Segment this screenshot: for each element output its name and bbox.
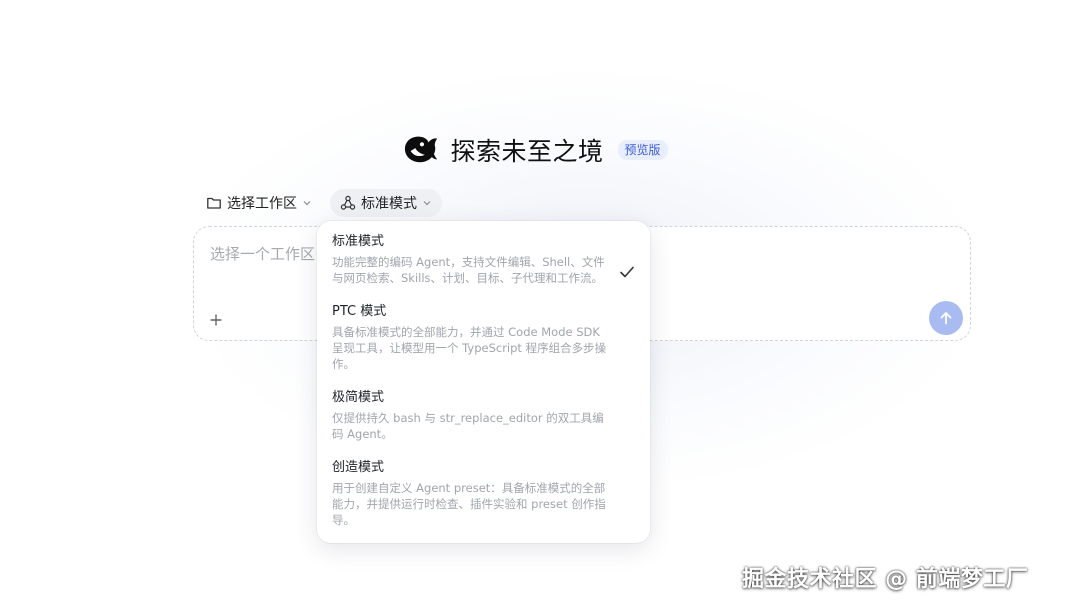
hero-header: 探索未至之境 预览版 — [0, 128, 1070, 172]
watermark-text: 掘金技术社区 @ 前端梦工厂 — [742, 567, 1029, 592]
preview-badge: 预览版 — [617, 140, 668, 160]
checkmark-icon — [620, 266, 634, 278]
mode-selector-label: 标准模式 — [361, 196, 417, 212]
mode-option-description: 功能完整的编码 Agent，支持文件编辑、Shell、文件与网页检索、Skill… — [332, 255, 605, 285]
arrow-up-icon — [940, 312, 952, 325]
add-attachment-button[interactable] — [205, 309, 227, 331]
mode-option-description: 用于创建自定义 Agent preset：具备标准模式的全部能力，并提供运行时检… — [332, 481, 606, 527]
mode-selector-button[interactable]: 标准模式 — [330, 189, 442, 217]
mode-option-creator[interactable]: 创造模式 用于创建自定义 Agent preset：具备标准模式的全部能力，并提… — [332, 459, 635, 528]
mode-option-title: 创造模式 — [332, 460, 385, 475]
chevron-down-icon — [303, 201, 311, 206]
workspace-selector-button[interactable]: 选择工作区 — [196, 189, 322, 217]
page-title: 探索未至之境 — [450, 137, 604, 166]
send-button[interactable] — [929, 301, 963, 335]
mode-option-description: 具备标准模式的全部能力，并通过 Code Mode SDK 呈现工具，让模型用一… — [332, 325, 607, 371]
chevron-down-icon — [423, 201, 431, 206]
mode-option-description: 仅提供持久 bash 与 str_replace_editor 的双工具编码 A… — [332, 411, 604, 441]
mode-option-minimal[interactable]: 极简模式 仅提供持久 bash 与 str_replace_editor 的双工… — [332, 389, 635, 459]
mode-option-title: 标准模式 — [332, 234, 385, 249]
mode-option-ptc[interactable]: PTC 模式 具备标准模式的全部能力，并通过 Code Mode SDK 呈现工… — [332, 303, 635, 389]
plus-icon — [210, 314, 222, 326]
whale-logo-icon — [405, 136, 438, 163]
mode-option-title: PTC 模式 — [332, 304, 387, 319]
mode-option-standard[interactable]: 标准模式 功能完整的编码 Agent，支持文件编辑、Shell、文件与网页检索、… — [332, 233, 635, 303]
workspace-selector-label: 选择工作区 — [227, 196, 297, 212]
composer-toolbar: 选择工作区 标准模式 — [196, 189, 442, 217]
mode-option-title: 极简模式 — [332, 390, 385, 405]
folder-icon — [207, 197, 221, 209]
mode-icon — [340, 195, 356, 210]
mode-dropdown-menu: 标准模式 功能完整的编码 Agent，支持文件编辑、Shell、文件与网页检索、… — [317, 221, 650, 543]
